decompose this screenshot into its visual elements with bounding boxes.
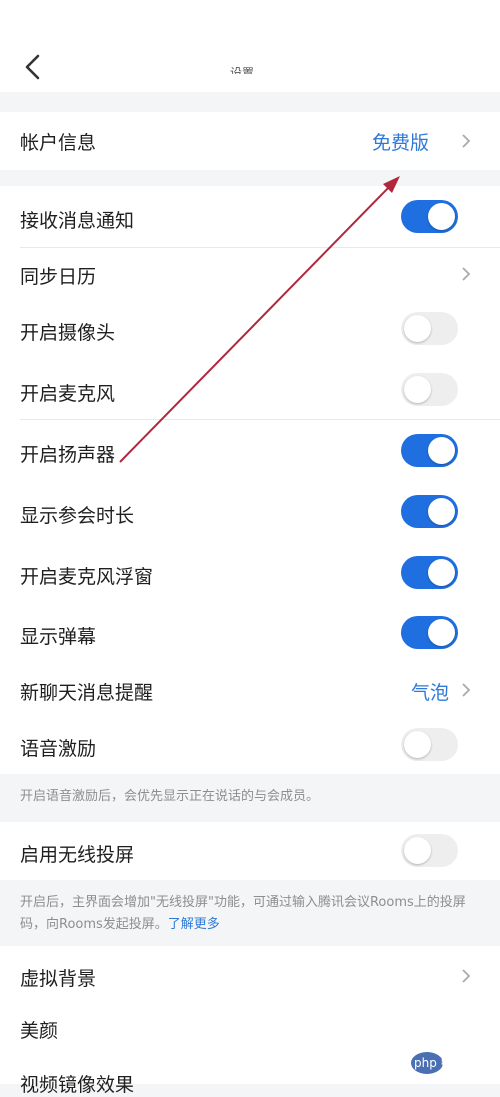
- chevron-right-icon: [462, 134, 471, 148]
- divider: [20, 419, 500, 420]
- divider: [20, 247, 500, 248]
- chevron-right-icon: [462, 969, 471, 983]
- account-info-row[interactable]: 帐户信息 免费版: [0, 112, 500, 170]
- toggle-knob: [404, 731, 431, 758]
- mic-toggle[interactable]: [401, 373, 458, 406]
- toggle-knob: [404, 837, 431, 864]
- voice-excite-toggle[interactable]: [401, 728, 458, 761]
- receive-notify-label: 接收消息通知: [20, 210, 135, 232]
- wireless-toggle[interactable]: [401, 834, 458, 867]
- toggle-knob: [428, 619, 455, 646]
- mic-float-toggle[interactable]: [401, 556, 458, 589]
- beauty-label[interactable]: 美颜: [20, 1016, 58, 1043]
- general-settings-group: 接收消息通知 同步日历 开启摄像头 开启麦克风 开启扬声器 显示参会时长 开启麦…: [0, 186, 500, 774]
- top-bar: 设置: [0, 0, 500, 92]
- watermark-text: php 中文网: [414, 1055, 477, 1070]
- sync-calendar-label[interactable]: 同步日历: [20, 262, 96, 289]
- speaker-toggle[interactable]: [401, 434, 458, 467]
- toggle-knob: [428, 498, 455, 525]
- show-duration-label: 显示参会时长: [20, 505, 135, 527]
- wireless-note: 开启后，主界面会增加"无线投屏"功能，可通过输入腾讯会议Rooms上的投屏码，向…: [20, 892, 482, 936]
- receive-notify-toggle[interactable]: [401, 200, 458, 233]
- toggle-knob: [428, 203, 455, 230]
- watermark-logo: php 中文网: [411, 1052, 477, 1074]
- danmaku-label: 显示弹幕: [20, 626, 97, 648]
- chevron-right-icon: [462, 267, 471, 281]
- virtual-bg-label[interactable]: 虚拟背景: [20, 964, 96, 991]
- voice-excite-label: 语音激励: [20, 738, 97, 760]
- toggle-knob: [428, 437, 455, 464]
- camera-label: 开启摄像头: [20, 322, 116, 344]
- account-info-label: 帐户信息: [20, 132, 97, 154]
- wireless-label: 启用无线投屏: [20, 844, 135, 866]
- chat-reminder-value[interactable]: 气泡: [411, 678, 449, 705]
- chevron-left-icon[interactable]: [18, 50, 48, 84]
- wireless-row: 启用无线投屏: [0, 822, 500, 880]
- chevron-right-icon: [462, 683, 471, 697]
- camera-toggle[interactable]: [401, 312, 458, 345]
- mic-label: 开启麦克风: [20, 383, 116, 405]
- show-duration-toggle[interactable]: [401, 495, 458, 528]
- speaker-label: 开启扬声器: [20, 444, 116, 466]
- page-title: 设置: [230, 66, 255, 74]
- danmaku-toggle[interactable]: [401, 616, 458, 649]
- mic-float-label: 开启麦克风浮窗: [20, 566, 154, 588]
- toggle-knob: [404, 315, 431, 342]
- toggle-knob: [404, 376, 431, 403]
- voice-excite-note: 开启语音激励后，会优先显示正在说话的与会成员。: [20, 789, 320, 804]
- wireless-note-text: 开启后，主界面会增加"无线投屏"功能，可通过输入腾讯会议Rooms上的投屏码，向…: [20, 895, 466, 932]
- account-plan-value: 免费版: [372, 132, 430, 154]
- chat-reminder-label[interactable]: 新聊天消息提醒: [20, 678, 153, 705]
- learn-more-link[interactable]: 了解更多: [168, 917, 220, 932]
- toggle-knob: [428, 559, 455, 586]
